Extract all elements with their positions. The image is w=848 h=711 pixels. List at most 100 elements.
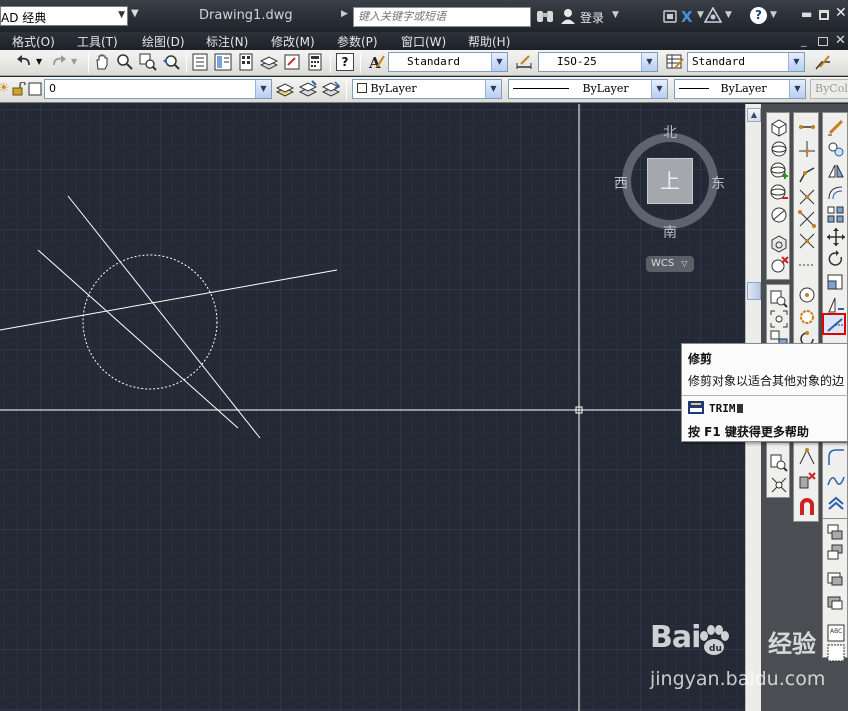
make-object-layer-current-icon[interactable] [299, 80, 317, 98]
drawing-restore-button[interactable] [818, 37, 828, 46]
zoom-window-icon[interactable] [139, 53, 157, 71]
polygon-icon[interactable] [797, 187, 817, 207]
exchange-icon[interactable]: X [681, 8, 693, 26]
compass-north[interactable]: 北 [663, 122, 677, 142]
line-icon[interactable] [797, 117, 817, 137]
send-under-icon[interactable] [826, 593, 846, 613]
user-icon[interactable] [560, 8, 576, 24]
linetype-select[interactable]: ByLayer ▼ [508, 79, 668, 99]
explode-icon[interactable] [826, 495, 846, 515]
login-label[interactable]: 登录 [580, 9, 604, 26]
wcs-menu[interactable]: WCS ▽ [646, 256, 694, 272]
text-style-select[interactable]: Standard ▼ [388, 52, 508, 72]
menu-tools[interactable]: 工具(T) [77, 33, 118, 50]
text-style-icon[interactable]: A [367, 53, 385, 71]
dimension-style-icon[interactable] [515, 53, 533, 71]
chevron-down-icon[interactable]: ▼ [612, 10, 619, 20]
trim-button[interactable] [822, 313, 846, 335]
menu-format[interactable]: 格式(O) [12, 33, 55, 50]
move-icon[interactable] [826, 227, 846, 247]
construction-line-icon[interactable] [797, 139, 817, 159]
window-close-button[interactable]: ✕ [835, 5, 847, 21]
polyline-icon[interactable] [797, 165, 817, 185]
chevron-down-icon[interactable]: ▼ [770, 10, 777, 20]
offset-icon[interactable] [826, 183, 846, 203]
layer-previous-icon[interactable] [322, 80, 340, 98]
design-center-icon[interactable] [214, 53, 232, 71]
zoom-realtime-icon[interactable] [116, 53, 134, 71]
quick-access-menu-icon[interactable]: ▼ [131, 8, 139, 19]
circle-icon[interactable] [797, 285, 817, 305]
spline-edit-icon[interactable] [826, 471, 846, 491]
send-to-back-icon[interactable] [826, 543, 846, 563]
menu-window[interactable]: 窗口(W) [401, 33, 446, 50]
dashed-line-icon[interactable] [797, 255, 817, 275]
markup-set-icon[interactable] [283, 53, 301, 71]
revision-cloud-icon[interactable] [797, 307, 817, 327]
solid-cube-icon[interactable] [769, 233, 789, 253]
globe-remove-icon[interactable] [769, 183, 789, 203]
properties-icon[interactable] [191, 53, 209, 71]
chevron-down-icon[interactable]: ▼ [697, 10, 704, 20]
autodesk-360-icon[interactable] [704, 7, 722, 23]
compass-west[interactable]: 西 [614, 173, 628, 193]
compass-south[interactable]: 南 [663, 222, 677, 242]
viewcube[interactable]: 北 西 东 南 上 WCS ▽ [614, 122, 732, 272]
drawing-close-button[interactable]: ✕ [835, 33, 846, 48]
search-expand-icon[interactable]: ▶ [341, 9, 348, 19]
workspace-dropdown[interactable]: AD 经典 ▼ [0, 6, 128, 26]
app-store-icon[interactable] [662, 8, 678, 24]
undo-icon[interactable] [15, 53, 33, 71]
quickcalc-icon[interactable] [306, 53, 324, 71]
zoom-window-icon[interactable] [769, 453, 789, 473]
compass-east[interactable]: 东 [711, 173, 725, 193]
magnet-icon[interactable] [797, 497, 817, 517]
menu-parametric[interactable]: 参数(P) [337, 33, 378, 50]
tool-palettes-icon[interactable] [237, 53, 255, 71]
zoom-icon[interactable] [769, 289, 789, 309]
menu-help[interactable]: 帮助(H) [468, 33, 510, 50]
erase-icon[interactable] [797, 471, 817, 491]
scroll-up-button[interactable]: ▲ [747, 108, 761, 122]
fillet-icon[interactable] [826, 447, 846, 467]
zoom-extents-icon[interactable] [769, 309, 789, 329]
zoom-previous-icon[interactable] [162, 53, 180, 71]
bring-above-icon[interactable] [826, 569, 846, 589]
array-icon[interactable] [826, 205, 846, 225]
redo-icon[interactable] [50, 53, 68, 71]
solid-delete-icon[interactable] [769, 255, 789, 275]
rotate-icon[interactable] [826, 249, 846, 269]
erase-pencil-icon[interactable] [826, 117, 846, 137]
stretch-icon[interactable] [826, 295, 846, 315]
multileader-style-icon[interactable] [814, 53, 832, 71]
layer-select[interactable]: 0 ▼ [44, 79, 272, 99]
layer-properties-icon[interactable] [276, 80, 294, 98]
menu-modify[interactable]: 修改(M) [271, 33, 315, 50]
mirror-icon[interactable] [826, 161, 846, 181]
drawing-minimize-button[interactable]: _ [801, 34, 807, 47]
chevron-down-icon[interactable]: ▼ [725, 10, 732, 20]
table-style-select[interactable]: Standard ▼ [687, 52, 805, 72]
dimension-style-select[interactable]: ISO-25 ▼ [538, 52, 658, 72]
hatch-icon[interactable] [797, 447, 817, 467]
arc-icon[interactable] [797, 231, 817, 251]
scroll-thumb[interactable] [747, 282, 761, 300]
rectangle-icon[interactable] [797, 209, 817, 229]
copy-icon[interactable] [826, 139, 846, 159]
color-select[interactable]: ByLayer ▼ [352, 79, 502, 99]
window-minimize-button[interactable]: ▬ [801, 7, 812, 21]
viewcube-top-face[interactable]: 上 [647, 158, 693, 204]
sphere-icon[interactable] [769, 139, 789, 159]
menu-draw[interactable]: 绘图(D) [142, 33, 185, 50]
scale-icon[interactable] [826, 273, 846, 293]
search-input[interactable] [353, 7, 531, 27]
sheet-set-manager-icon[interactable] [260, 53, 278, 71]
globe-add-icon[interactable] [769, 161, 789, 181]
help-icon[interactable]: ? [750, 7, 767, 24]
binoculars-icon[interactable] [536, 8, 554, 24]
zoom-scale-icon[interactable] [769, 475, 789, 495]
section-icon[interactable] [769, 205, 789, 225]
unlock-icon[interactable] [12, 82, 26, 96]
menu-dimension[interactable]: 标注(N) [206, 33, 248, 50]
lineweight-select[interactable]: ByLayer ▼ [674, 79, 806, 99]
